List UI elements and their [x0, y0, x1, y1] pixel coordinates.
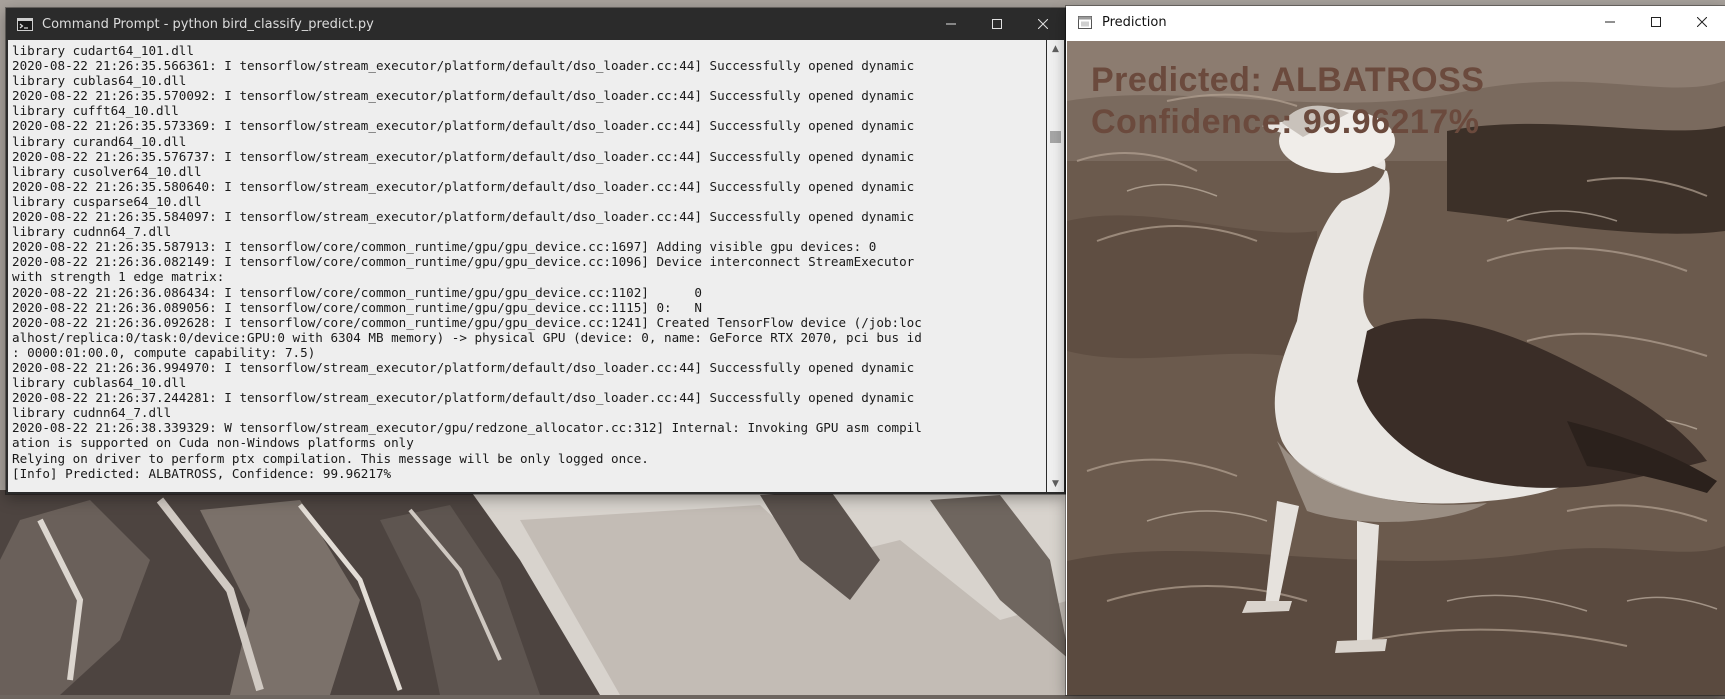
cmd-titlebar[interactable]: Command Prompt - python bird_classify_pr…: [6, 8, 1066, 40]
close-icon: [1697, 17, 1707, 27]
minimize-icon: [946, 23, 956, 25]
close-icon: [1038, 19, 1048, 29]
console-line: library cusolver64_10.dll: [12, 163, 202, 179]
console-line: 2020-08-22 21:26:36.082149: I tensorflow…: [12, 254, 915, 270]
scroll-up-arrow-icon[interactable]: ▲: [1047, 40, 1064, 57]
scrollbar-thumb[interactable]: [1050, 131, 1061, 143]
console-scrollbar[interactable]: ▲ ▼: [1047, 40, 1064, 492]
console-line: library cublas64_10.dll: [12, 375, 187, 391]
console-line: 2020-08-22 21:26:36.092628: I tensorflow…: [12, 314, 922, 330]
console-line: 2020-08-22 21:26:37.244281: I tensorflow…: [12, 390, 915, 406]
cmd-close-button[interactable]: [1020, 8, 1066, 40]
console-line: 2020-08-22 21:26:36.086434: I tensorflow…: [12, 284, 702, 300]
prediction-window-title: Prediction: [1102, 14, 1167, 30]
console-line: 2020-08-22 21:26:36.089056: I tensorflow…: [12, 299, 702, 315]
console-line: library cufft64_10.dll: [12, 103, 179, 119]
minimize-icon: [1605, 21, 1615, 23]
console-line: library cudnn64_7.dll: [12, 405, 172, 421]
console-line: 2020-08-22 21:26:35.587913: I tensorflow…: [12, 239, 877, 255]
confidence-label-text: Confidence: 99.96217%: [1091, 103, 1480, 141]
console-line: 2020-08-22 21:26:36.994970: I tensorflow…: [12, 359, 915, 375]
console-line: 2020-08-22 21:26:35.576737: I tensorflow…: [12, 148, 915, 164]
cmd-maximize-button[interactable]: [974, 8, 1020, 40]
cmd-minimize-button[interactable]: [928, 8, 974, 40]
console-line: : 0000:01:00.0, compute capability: 7.5): [12, 344, 316, 360]
console-line: ation is supported on Cuda non-Windows p…: [12, 435, 414, 451]
console-line: 2020-08-22 21:26:35.573369: I tensorflow…: [12, 118, 915, 134]
console-line: with strength 1 edge matrix:: [12, 269, 225, 285]
window-app-icon: [1077, 15, 1093, 29]
prediction-titlebar[interactable]: Prediction: [1066, 6, 1725, 38]
cmd-window-title: Command Prompt - python bird_classify_pr…: [42, 16, 374, 32]
console-line: 2020-08-22 21:26:38.339329: W tensorflow…: [12, 420, 922, 436]
cmd-app-icon: [17, 17, 33, 31]
console-line: alhost/replica:0/task:0/device:GPU:0 wit…: [12, 329, 922, 345]
console-line: 2020-08-22 21:26:35.566361: I tensorflow…: [12, 58, 915, 74]
prediction-minimize-button[interactable]: [1587, 6, 1633, 38]
console-line: library curand64_10.dll: [12, 133, 187, 149]
console-output[interactable]: library cudart64_101.dll 2020-08-22 21:26…: [8, 40, 1046, 492]
prediction-label-text: Predicted: ALBATROSS: [1091, 61, 1485, 99]
prediction-window[interactable]: Prediction Predicted: ALBATROSS Confiden…: [1066, 6, 1725, 695]
console-line: [Info] Predicted: ALBATROSS, Confidence:…: [12, 465, 392, 481]
prediction-close-button[interactable]: [1679, 6, 1725, 38]
console-line: library cusparse64_10.dll: [12, 193, 202, 209]
console-line: 2020-08-22 21:26:35.584097: I tensorflow…: [12, 209, 915, 225]
maximize-icon: [1651, 17, 1661, 27]
console-line: library cublas64_10.dll: [12, 73, 187, 89]
console-line: 2020-08-22 21:26:35.580640: I tensorflow…: [12, 178, 915, 194]
maximize-icon: [992, 19, 1002, 29]
prediction-maximize-button[interactable]: [1633, 6, 1679, 38]
console-line: library cudart64_101.dll: [12, 43, 194, 58]
console-line: library cudnn64_7.dll: [12, 224, 172, 240]
console-line: 2020-08-22 21:26:35.570092: I tensorflow…: [12, 88, 915, 104]
command-prompt-window[interactable]: Command Prompt - python bird_classify_pr…: [6, 8, 1066, 494]
scroll-down-arrow-icon[interactable]: ▼: [1047, 475, 1064, 492]
console-line: Relying on driver to perform ptx compila…: [12, 450, 649, 466]
albatross-photo: Predicted: ALBATROSS Confidence: 99.9621…: [1067, 41, 1725, 695]
